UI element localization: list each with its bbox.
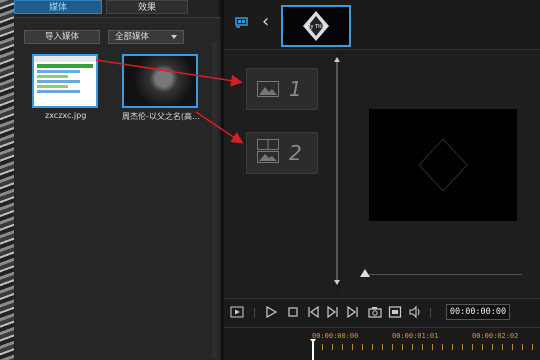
media-item-video-name: 周杰伦-以父之名(高... [122,112,200,121]
preview-scrub-slider[interactable] [366,274,522,275]
playhead[interactable] [312,342,314,360]
background-photo-edge [0,0,14,360]
track-1-number: 1 [289,77,302,101]
title-thumb-text: My Title [306,24,326,30]
preview-screen [369,109,517,221]
track-2-number: 2 [289,141,302,165]
chevron-down-icon [171,35,177,39]
play-icon[interactable] [264,305,278,319]
media-scrollbar[interactable] [212,42,217,358]
ruler-label-1: 00:00:01:01 [392,332,439,340]
track-1-slot[interactable]: 1 [246,68,318,110]
media-filter-value: 全部媒体 [115,32,150,42]
media-panel: 媒体 效果 导入媒体 全部媒体 zxczxc.jpg 周杰伦-以父之名(高... [14,0,220,360]
next-frame-icon[interactable] [326,305,340,319]
ruler-label-0: 00:00:00:00 [312,332,359,340]
timeline-ruler[interactable]: 00:00:00:00 00:00:01:01 00:00:02:02 [224,327,540,360]
controls-divider [254,308,255,318]
media-item-image-name: zxczxc.jpg [45,111,87,120]
track-scrollbar[interactable] [336,60,338,282]
chevron-left-icon[interactable]: ‹ [262,13,269,31]
stop-icon[interactable] [286,305,300,319]
preview-area [340,51,540,296]
media-filter-select[interactable]: 全部媒体 [108,30,184,44]
title-strip: ‹ My Title [224,0,540,50]
media-item-video-thumbnail[interactable] [122,54,198,108]
prev-frame-icon[interactable] [306,305,320,319]
track-2-slot[interactable]: 2 [246,132,318,174]
tab-media[interactable]: 媒体 [14,0,102,14]
preview-diamond-icon [418,138,468,192]
controls-divider-2 [430,308,431,318]
timecode-display: 00:00:00:00 [446,304,510,320]
track-area: 1 2 [224,51,336,296]
split-track-icon [257,139,279,163]
slider-thumb-icon[interactable] [360,269,370,277]
media-item-image-thumbnail[interactable] [32,54,98,108]
title-template-thumbnail[interactable]: My Title [281,5,351,47]
tab-effects[interactable]: 效果 [106,0,188,14]
camera-icon[interactable] [368,305,382,319]
add-media-icon[interactable] [234,14,250,30]
ruler-label-2: 00:00:02:02 [472,332,519,340]
playback-controls: 00:00:00:00 [224,298,540,326]
volume-icon[interactable] [408,305,422,319]
layout-icon[interactable] [388,305,402,319]
title-logo-icon: My Title [303,11,329,41]
snapshot-track-icon[interactable] [230,305,244,319]
import-media-button[interactable]: 导入媒体 [24,30,100,44]
media-tabs: 媒体 效果 [14,0,220,15]
image-track-icon [257,81,279,97]
ruler-ticks [312,344,540,350]
next-clip-icon[interactable] [346,305,360,319]
media-library: 导入媒体 全部媒体 zxczxc.jpg 周杰伦-以父之名(高... [14,17,220,360]
